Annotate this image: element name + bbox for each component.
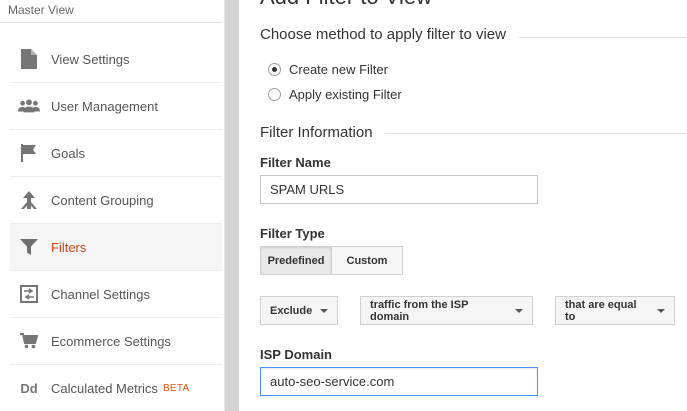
chevron-down-icon — [515, 308, 523, 313]
radio-label: Create new Filter — [289, 62, 388, 77]
scroll-gutter — [225, 0, 239, 411]
flag-icon — [18, 142, 40, 164]
divider — [519, 37, 687, 38]
filter-source-dropdown[interactable]: traffic from the ISP domain — [360, 296, 533, 325]
sidebar-item-calculated-metrics[interactable]: Dd Calculated Metrics BETA — [10, 365, 222, 411]
radio-create-new-filter[interactable]: Create new Filter — [268, 62, 388, 77]
dd-icon: Dd — [20, 381, 38, 396]
custom-button[interactable]: Custom — [332, 246, 403, 275]
divider — [0, 22, 222, 23]
sidebar-item-label: View Settings — [51, 51, 130, 67]
sidebar-item-channel-settings[interactable]: Channel Settings — [10, 271, 222, 318]
filter-action-dropdown[interactable]: Exclude — [260, 296, 338, 325]
filter-icon — [18, 236, 40, 258]
sidebar-item-label: Channel Settings — [51, 286, 151, 302]
filter-expression-dropdown[interactable]: that are equal to — [555, 296, 675, 325]
sidebar-item-view-settings[interactable]: View Settings — [10, 36, 222, 83]
filter-type-label: Filter Type — [260, 226, 325, 241]
sidebar-item-goals[interactable]: Goals — [10, 130, 222, 177]
dropdown-value: traffic from the ISP domain — [370, 298, 469, 323]
sidebar-item-label: Content Grouping — [51, 192, 154, 208]
dropdown-value: Exclude — [270, 304, 313, 317]
sidebar-item-content-grouping[interactable]: Content Grouping — [10, 177, 222, 224]
filter-name-input[interactable] — [260, 175, 538, 204]
sidebar-view-name: Master View — [8, 3, 74, 17]
isp-domain-label: ISP Domain — [260, 347, 333, 362]
filter-type-toggle: Predefined Custom — [260, 246, 403, 275]
sidebar: Master View View Settings User Managemen… — [0, 0, 225, 411]
beta-badge: BETA — [162, 383, 190, 394]
dropdown-value: that are equal to — [565, 298, 637, 323]
radio-button[interactable] — [268, 63, 281, 76]
isp-domain-input[interactable] — [260, 367, 538, 396]
users-icon — [18, 95, 40, 117]
cart-icon — [18, 330, 40, 352]
sidebar-item-filters[interactable]: Filters — [10, 224, 222, 271]
filter-name-label: Filter Name — [260, 155, 331, 170]
page-title: Add Filter to View — [260, 0, 432, 10]
sidebar-item-user-management[interactable]: User Management — [10, 83, 222, 130]
sidebar-item-label: Goals — [51, 145, 85, 161]
document-icon — [18, 48, 40, 70]
radio-label: Apply existing Filter — [289, 87, 402, 102]
chevron-down-icon — [657, 308, 665, 313]
grouping-icon — [18, 189, 40, 211]
radio-apply-existing-filter[interactable]: Apply existing Filter — [268, 87, 402, 102]
info-section-title: Filter Information — [260, 124, 383, 141]
chevron-down-icon — [320, 308, 329, 313]
sidebar-item-label: Ecommerce Settings — [51, 333, 171, 349]
sidebar-item-label: User Management — [51, 98, 158, 114]
radio-button[interactable] — [268, 88, 281, 101]
sidebar-item-label: Filters — [51, 239, 87, 255]
predefined-button[interactable]: Predefined — [260, 246, 332, 275]
method-section-title: Choose method to apply filter to view — [260, 26, 516, 43]
main-panel: Add Filter to View Choose method to appl… — [239, 0, 687, 411]
sidebar-item-ecommerce-settings[interactable]: Ecommerce Settings — [10, 318, 222, 365]
channel-icon — [18, 283, 40, 305]
sidebar-item-label: Calculated Metrics — [51, 381, 158, 396]
divider — [385, 133, 687, 134]
